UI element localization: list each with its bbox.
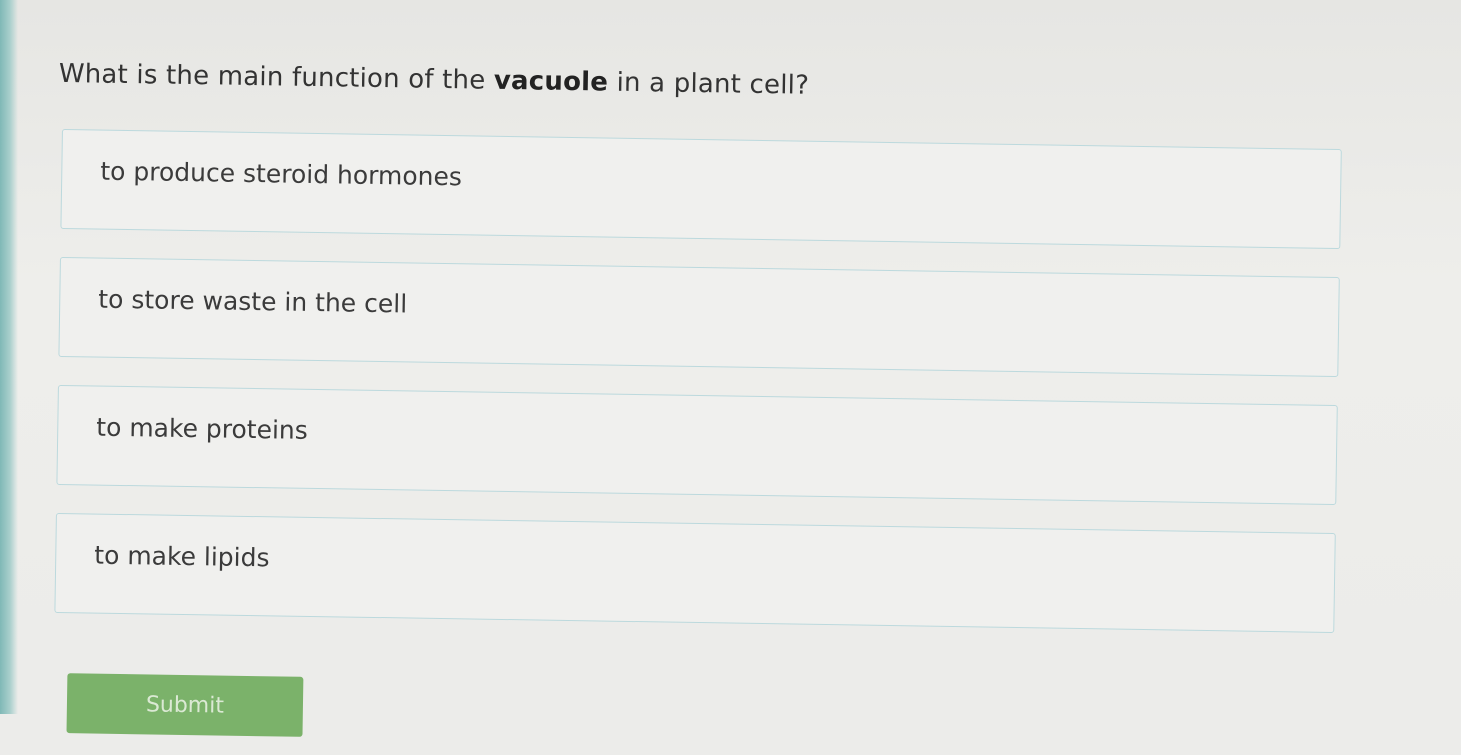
answer-option-2[interactable]: to store waste in the cell bbox=[58, 256, 1340, 378]
question-prefix: What is the main function of the bbox=[58, 58, 495, 96]
question-emphasis: vacuole bbox=[493, 65, 609, 98]
answer-option-label: to produce steroid hormones bbox=[100, 156, 463, 192]
quiz-content: What is the main function of the vacuole… bbox=[0, 0, 1461, 737]
quiz-screen: What is the main function of the vacuole… bbox=[0, 0, 1461, 737]
answer-option-1[interactable]: to produce steroid hormones bbox=[60, 128, 1342, 250]
answer-option-label: to make lipids bbox=[94, 540, 270, 573]
answer-option-label: to store waste in the cell bbox=[98, 284, 408, 319]
answer-option-4[interactable]: to make lipids bbox=[54, 512, 1336, 634]
submit-button[interactable]: Submit bbox=[66, 673, 304, 737]
question-text: What is the main function of the vacuole… bbox=[59, 59, 810, 101]
answer-option-3[interactable]: to make proteins bbox=[56, 384, 1338, 506]
screen-edge bbox=[0, 0, 18, 714]
answer-option-label: to make proteins bbox=[96, 412, 309, 445]
question-suffix: in a plant cell? bbox=[607, 67, 810, 101]
